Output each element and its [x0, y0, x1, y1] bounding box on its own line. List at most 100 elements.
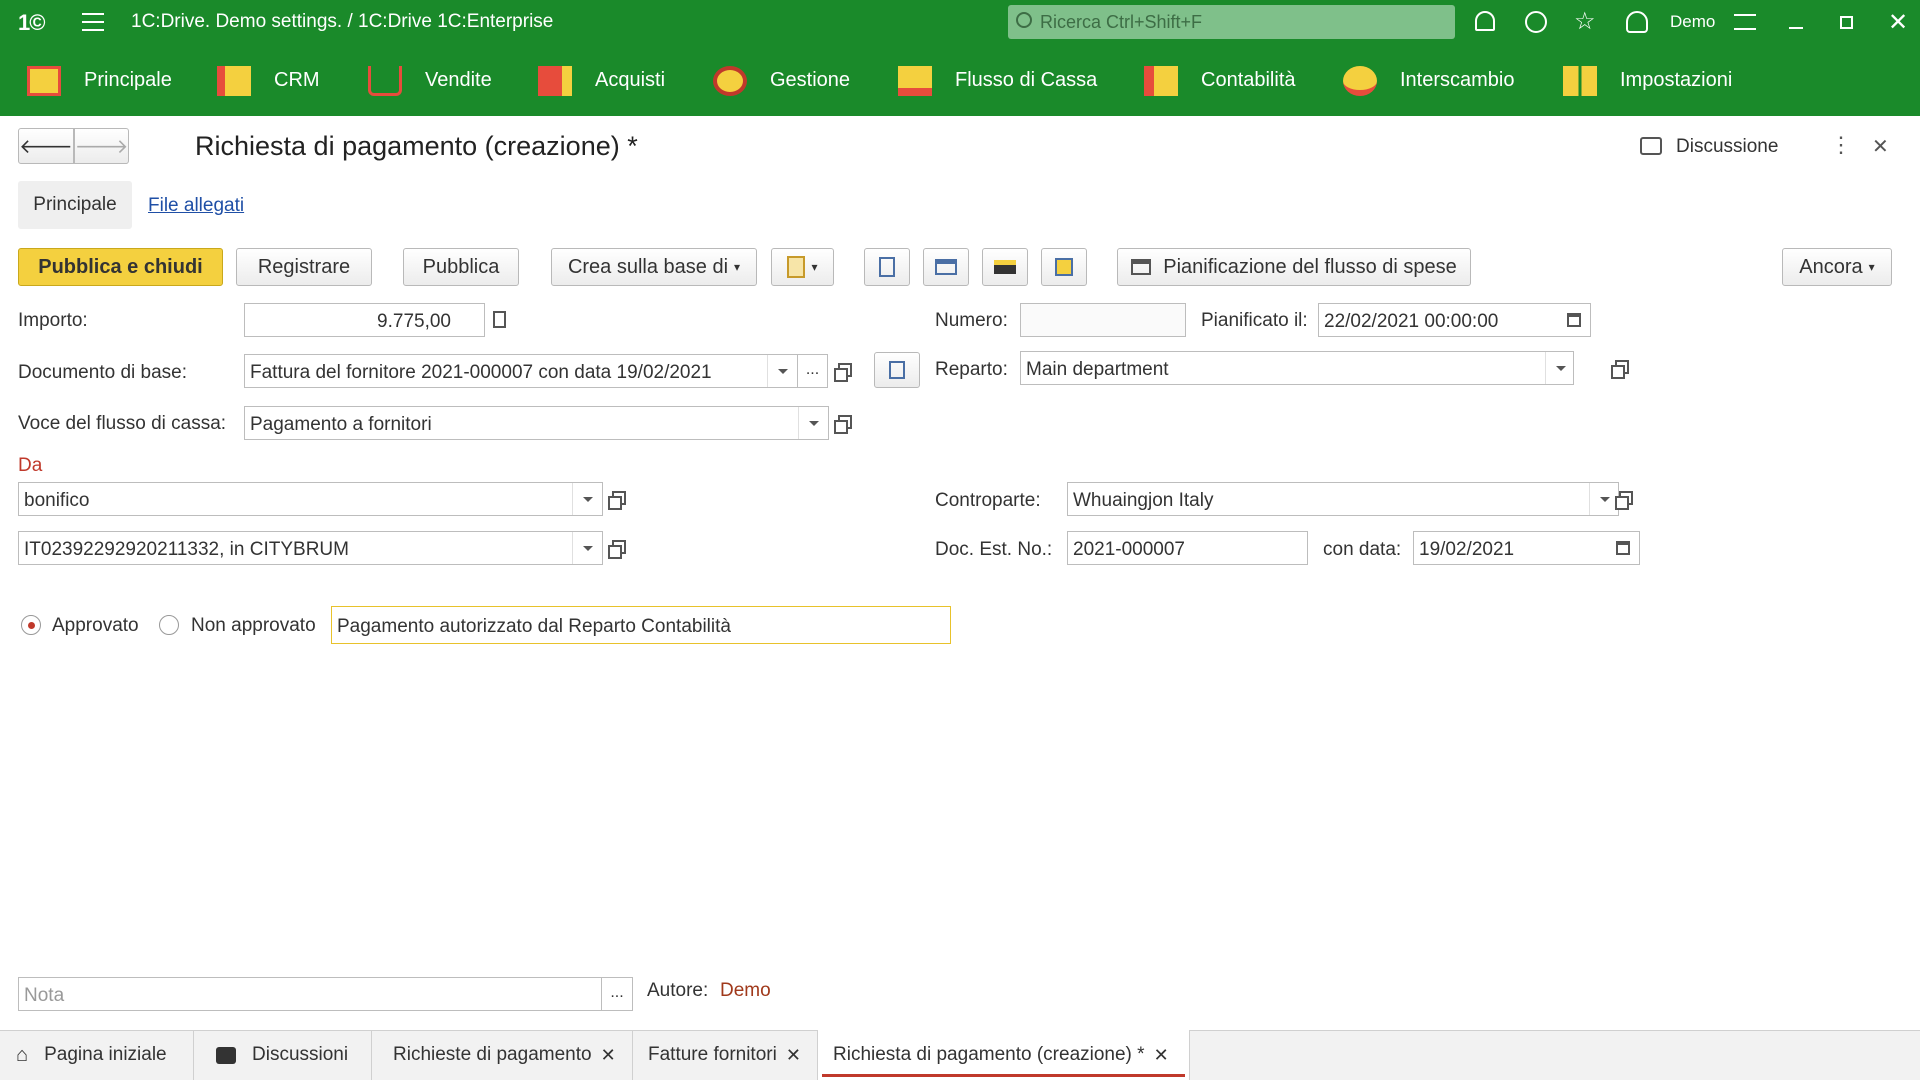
calculator-icon[interactable]	[493, 311, 506, 328]
restore-icon[interactable]	[1840, 16, 1853, 29]
doc-date-field[interactable]: 19/02/2021	[1413, 531, 1640, 565]
department-field[interactable]: Main department	[1020, 351, 1574, 385]
approval-comment-field[interactable]: Pagamento autorizzato dal Reparto Contab…	[331, 606, 951, 644]
home-icon: ⌂	[16, 1043, 29, 1066]
tab-home[interactable]: ⌂ Pagina iniziale	[0, 1030, 194, 1080]
author-value[interactable]: Demo	[720, 980, 771, 1002]
tab-label: Richiesta di pagamento (creazione) *	[833, 1044, 1145, 1065]
dropdown-arrow-icon[interactable]	[1545, 352, 1573, 384]
payment-method-field[interactable]: bonifico	[18, 482, 603, 516]
structure-icon-button[interactable]	[982, 248, 1028, 286]
open-bank-account-icon[interactable]	[604, 535, 630, 561]
payment-method-value: bonifico	[24, 490, 90, 511]
section-label: Gestione	[770, 69, 851, 91]
forward-button[interactable]: 🡒	[74, 128, 129, 164]
more-actions-icon[interactable]: ⋮	[1830, 132, 1852, 158]
user-name[interactable]: Demo	[1670, 12, 1715, 32]
back-button[interactable]: 🡐	[18, 128, 74, 164]
tab-supplier-invoices[interactable]: Fatture fornitori ✕	[633, 1030, 818, 1080]
tab-principale[interactable]: Principale	[18, 181, 132, 229]
discussion-button[interactable]: Discussione	[1676, 136, 1778, 158]
post-button[interactable]: Pubblica	[403, 248, 519, 286]
section-flusso-di-cassa[interactable]: Flusso di Cassa	[898, 45, 1097, 116]
open-counterparty-icon[interactable]	[1611, 486, 1637, 512]
gear-icon	[713, 65, 747, 96]
not-approved-label[interactable]: Non approvato	[191, 615, 316, 637]
print-options-button[interactable]: ▾	[771, 248, 834, 286]
menu-icon[interactable]	[82, 13, 104, 31]
dropdown-arrow-icon[interactable]	[767, 355, 795, 387]
tab-discussions[interactable]: Discussioni	[194, 1030, 372, 1080]
tab-payment-requests[interactable]: Richieste di pagamento ✕	[372, 1030, 633, 1080]
section-impostazioni[interactable]: Impostazioni	[1563, 45, 1732, 116]
fill-from-base-button[interactable]	[874, 352, 920, 388]
close-tab-icon[interactable]: ✕	[786, 1045, 801, 1066]
number-field[interactable]	[1020, 303, 1186, 337]
planned-date-field[interactable]: 22/02/2021 00:00:00	[1318, 303, 1591, 337]
title-bar: 1© 1C:Drive. Demo settings. / 1C:Drive 1…	[0, 0, 1920, 45]
note-ellipsis-button[interactable]: ...	[601, 977, 633, 1011]
search-input[interactable]: Ricerca Ctrl+Shift+F	[1008, 5, 1455, 39]
not-approved-radio[interactable]	[159, 615, 179, 635]
approved-label[interactable]: Approvato	[52, 615, 139, 637]
1c-logo-icon[interactable]: 1©	[18, 10, 45, 36]
from-label: Da	[18, 455, 43, 476]
tab-current-payment-request[interactable]: Richiesta di pagamento (creazione) * ✕	[818, 1030, 1190, 1080]
structure-icon	[994, 260, 1016, 274]
close-form-icon[interactable]: ✕	[1872, 134, 1889, 159]
section-label: Interscambio	[1400, 69, 1515, 91]
close-tab-icon[interactable]: ✕	[1154, 1045, 1169, 1066]
create-based-on-button[interactable]: Crea sulla base di ▾	[551, 248, 757, 286]
document-gear-icon	[787, 256, 806, 278]
section-vendite[interactable]: Vendite	[368, 45, 492, 116]
table-icon-button[interactable]	[923, 248, 969, 286]
calendar-icon[interactable]	[1567, 313, 1581, 327]
note-field[interactable]: Nota	[18, 977, 602, 1011]
tab-file-allegati[interactable]: File allegati	[148, 195, 244, 217]
calendar-icon[interactable]	[1616, 541, 1630, 555]
close-tab-icon[interactable]: ✕	[601, 1045, 616, 1066]
select-ellipsis-button[interactable]: ...	[797, 354, 828, 388]
settings-lines-icon[interactable]	[1734, 14, 1756, 30]
search-icon	[1016, 12, 1032, 28]
document-icon-button[interactable]	[864, 248, 910, 286]
base-document-field[interactable]: Fattura del fornitore 2021-000007 con da…	[244, 354, 798, 388]
counterparty-field[interactable]: Whuaingjon Italy	[1067, 482, 1619, 516]
bell-icon[interactable]	[1475, 11, 1495, 31]
history-icon[interactable]	[1525, 11, 1547, 33]
open-base-document-icon[interactable]	[830, 358, 856, 384]
user-icon[interactable]	[1626, 11, 1648, 33]
open-department-icon[interactable]	[1607, 355, 1633, 381]
register-button[interactable]: Registrare	[236, 248, 372, 286]
open-payment-method-icon[interactable]	[604, 486, 630, 512]
more-button[interactable]: Ancora ▾	[1782, 248, 1892, 286]
open-cashflow-item-icon[interactable]	[830, 410, 856, 436]
star-icon[interactable]: ☆	[1574, 7, 1596, 36]
cashflow-item-field[interactable]: Pagamento a fornitori	[244, 406, 829, 440]
approved-radio[interactable]	[21, 615, 41, 635]
section-acquisti[interactable]: Acquisti	[538, 45, 665, 116]
minimize-icon[interactable]	[1789, 27, 1803, 29]
cashflow-item-label: Voce del flusso di cassa:	[18, 413, 227, 434]
tab-label: Fatture fornitori	[648, 1044, 777, 1065]
section-principale[interactable]: Principale	[27, 45, 172, 116]
section-interscambio[interactable]: Interscambio	[1343, 45, 1515, 116]
note-placeholder: Nota	[24, 985, 65, 1006]
section-contabilita[interactable]: Contabilità	[1144, 45, 1296, 116]
dropdown-arrow-icon[interactable]	[798, 407, 826, 439]
planned-date-label: Pianificato il:	[1201, 310, 1308, 331]
discussion-icon[interactable]	[1640, 137, 1662, 155]
cloud-exchange-icon	[1343, 65, 1377, 96]
section-gestione[interactable]: Gestione	[713, 45, 850, 116]
chevron-down-icon: ▾	[811, 260, 818, 274]
external-doc-field[interactable]: 2021-000007	[1067, 531, 1308, 565]
amount-field[interactable]: 9.775,00	[244, 303, 485, 337]
close-window-icon[interactable]: ✕	[1888, 8, 1908, 37]
cashflow-planning-button[interactable]: Pianificazione del flusso di spese	[1117, 248, 1471, 286]
section-crm[interactable]: CRM	[217, 45, 320, 116]
dropdown-arrow-icon[interactable]	[572, 532, 600, 564]
post-and-close-button[interactable]: Pubblica e chiudi	[18, 248, 223, 286]
bank-account-field[interactable]: IT02392292920211332, in CITYBRUM	[18, 531, 603, 565]
folder-lock-button[interactable]	[1041, 248, 1087, 286]
dropdown-arrow-icon[interactable]	[572, 483, 600, 515]
